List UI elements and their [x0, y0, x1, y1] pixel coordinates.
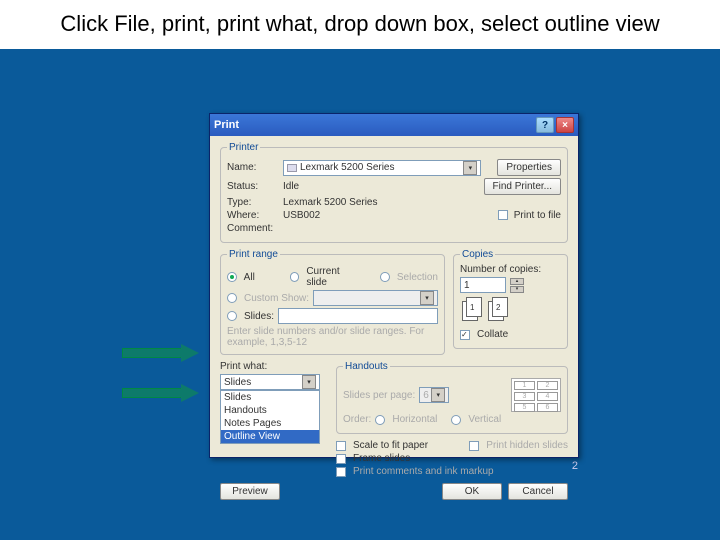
copies-legend: Copies — [460, 249, 495, 260]
frame-label: Frame slides — [353, 453, 410, 464]
slides-per-page-value: 6 — [423, 390, 429, 401]
chevron-down-icon[interactable]: ▾ — [302, 375, 316, 389]
range-current-radio[interactable] — [290, 272, 300, 282]
printer-name-select[interactable]: Lexmark 5200 Series ▾ — [283, 160, 481, 176]
properties-button[interactable]: Properties — [497, 159, 561, 176]
where-label: Where: — [227, 210, 279, 221]
close-button[interactable]: × — [556, 117, 574, 133]
handout-preview: 1 2 3 4 5 6 — [511, 378, 561, 412]
sheet-number: 1 — [470, 303, 474, 312]
hidden-label: Print hidden slides — [486, 440, 568, 451]
print-to-file-checkbox[interactable] — [498, 210, 508, 220]
order-vertical-radio — [451, 415, 461, 425]
printer-legend: Printer — [227, 142, 260, 153]
name-label: Name: — [227, 162, 279, 173]
help-button[interactable]: ? — [536, 117, 554, 133]
print-range-group: Print range All Current slide Selection … — [220, 249, 445, 355]
collate-label: Collate — [477, 329, 508, 340]
print-what-option-outline[interactable]: Outline View — [221, 430, 319, 443]
preview-button[interactable]: Preview — [220, 483, 280, 500]
dialog-titlebar: Print ? × — [210, 114, 578, 136]
printer-name-value: Lexmark 5200 Series — [300, 162, 395, 173]
type-label: Type: — [227, 197, 279, 208]
type-value: Lexmark 5200 Series — [283, 197, 378, 208]
range-legend: Print range — [227, 249, 280, 260]
slides-per-page-select: 6 ▾ — [419, 387, 449, 403]
print-what-option-handouts[interactable]: Handouts — [221, 404, 319, 417]
dialog-title: Print — [214, 119, 239, 131]
guide-arrow-1 — [122, 344, 202, 362]
print-what-option-slides[interactable]: Slides — [221, 391, 319, 404]
preview-slot: 3 — [514, 392, 535, 401]
scale-checkbox[interactable] — [336, 441, 346, 451]
order-label: Order: — [343, 414, 371, 425]
chevron-down-icon: ▾ — [420, 291, 434, 305]
preview-slot: 1 — [514, 381, 535, 390]
print-dialog: Print ? × Printer Name: Lexmark 5200 Ser… — [209, 113, 579, 458]
print-to-file-label: Print to file — [514, 210, 561, 221]
custom-show-radio — [227, 293, 237, 303]
sheet-number: 2 — [496, 303, 500, 312]
order-vertical-label: Vertical — [468, 414, 501, 425]
custom-show-select: ▾ — [313, 290, 438, 306]
copies-number-label: Number of copies: — [460, 264, 561, 275]
chevron-down-icon: ▾ — [431, 388, 445, 402]
cancel-button[interactable]: Cancel — [508, 483, 568, 500]
copies-group: Copies Number of copies: 1 ▴ ▾ 1 — [453, 249, 568, 349]
order-horizontal-label: Horizontal — [392, 414, 437, 425]
print-what-option-notes[interactable]: Notes Pages — [221, 417, 319, 430]
slides-input[interactable] — [278, 308, 438, 324]
preview-slot: 5 — [514, 403, 535, 412]
preview-slot: 4 — [537, 392, 558, 401]
hidden-checkbox — [469, 441, 479, 451]
status-value: Idle — [283, 181, 299, 192]
comment-label: Comment: — [227, 223, 279, 234]
comments-label: Print comments and ink markup — [353, 466, 494, 477]
handouts-group: Handouts Slides per page: 6 ▾ 1 2 3 4 5 — [336, 361, 568, 434]
printer-group: Printer Name: Lexmark 5200 Series ▾ Prop… — [220, 142, 568, 243]
status-label: Status: — [227, 181, 279, 192]
guide-arrow-2 — [122, 384, 202, 402]
range-all-radio[interactable] — [227, 272, 237, 282]
copies-stepper[interactable]: ▴ ▾ — [510, 278, 524, 293]
step-down-icon[interactable]: ▾ — [510, 286, 524, 293]
chevron-down-icon[interactable]: ▾ — [463, 161, 477, 175]
copies-preview: 1 2 — [460, 295, 510, 327]
print-what-value: Slides — [224, 377, 251, 388]
preview-slot: 6 — [537, 403, 558, 412]
range-hint: Enter slide numbers and/or slide ranges.… — [227, 326, 438, 348]
ok-button[interactable]: OK — [442, 483, 502, 500]
step-up-icon[interactable]: ▴ — [510, 278, 524, 285]
where-value: USB002 — [283, 210, 320, 221]
range-current-label: Current slide — [306, 266, 360, 288]
slide-title: Click File, print, print what, drop down… — [0, 0, 720, 49]
print-what-select[interactable]: Slides ▾ — [220, 374, 320, 390]
print-what-dropdown-list[interactable]: Slides Handouts Notes Pages Outline View — [220, 390, 320, 444]
preview-slot: 2 — [537, 381, 558, 390]
handouts-legend: Handouts — [343, 361, 390, 372]
copies-input[interactable]: 1 — [460, 277, 506, 293]
range-slides-label: Slides: — [244, 311, 274, 322]
order-horizontal-radio — [375, 415, 385, 425]
comments-checkbox — [336, 467, 346, 477]
collate-checkbox[interactable] — [460, 330, 470, 340]
print-what-label: Print what: — [220, 361, 328, 372]
range-selection-label: Selection — [397, 272, 438, 283]
scale-label: Scale to fit paper — [353, 440, 428, 451]
range-slides-radio[interactable] — [227, 311, 237, 321]
frame-checkbox[interactable] — [336, 454, 346, 464]
find-printer-button[interactable]: Find Printer... — [484, 178, 561, 195]
slides-per-page-label: Slides per page: — [343, 390, 415, 401]
range-all-label: All — [244, 272, 255, 283]
printer-icon — [287, 164, 297, 172]
range-selection-radio — [380, 272, 390, 282]
custom-show-label: Custom Show: — [244, 293, 309, 304]
